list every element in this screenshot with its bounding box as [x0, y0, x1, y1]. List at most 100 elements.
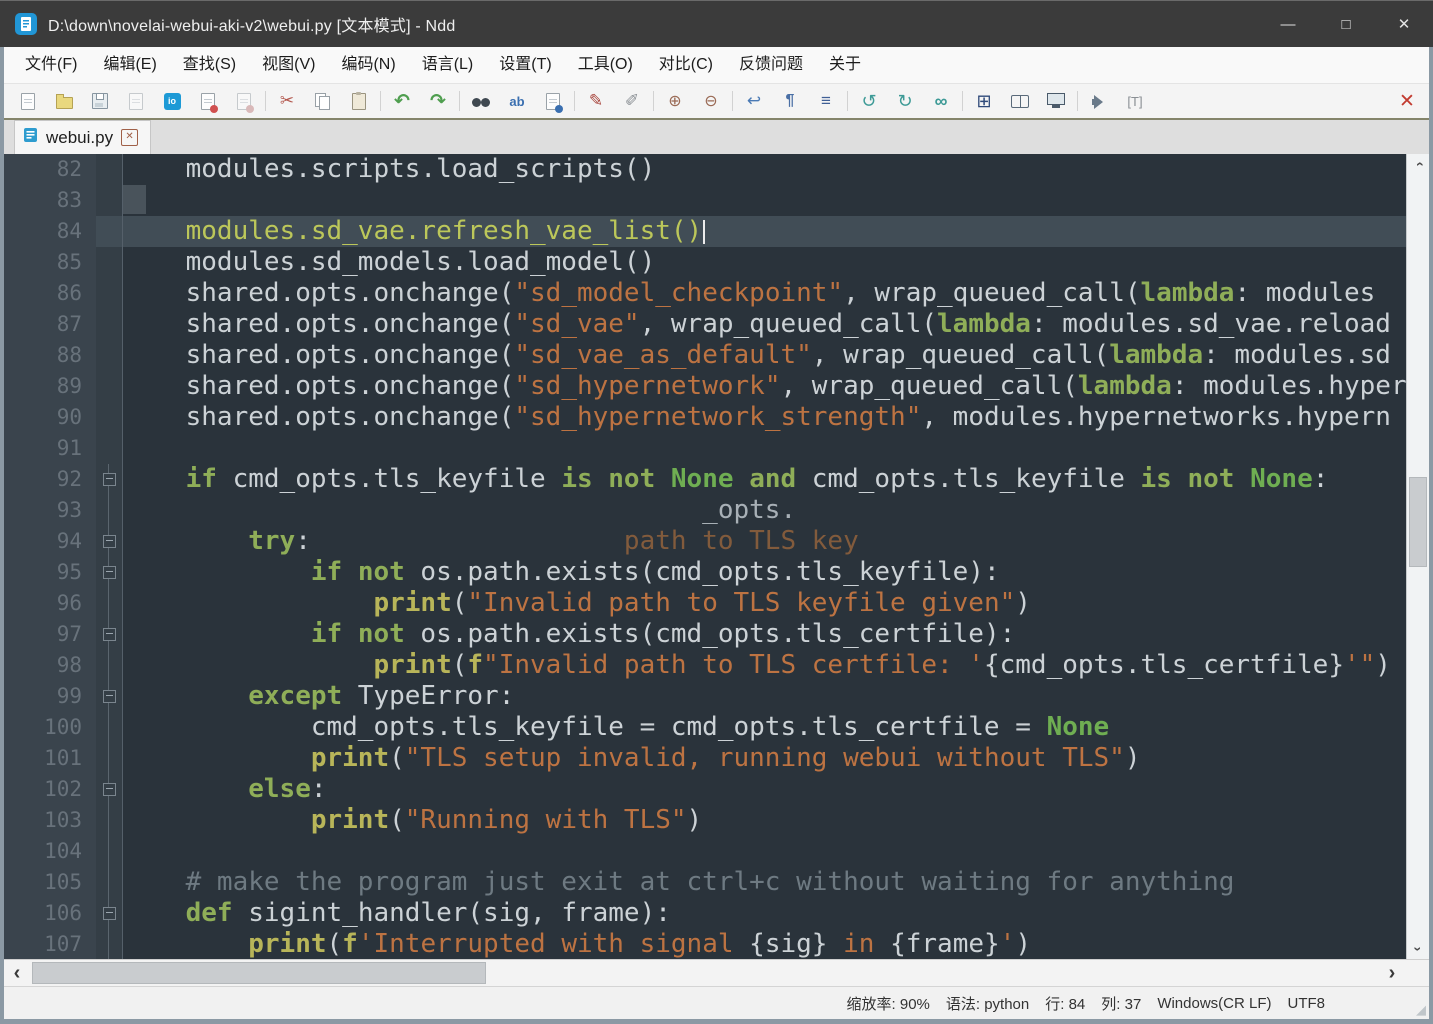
code-line-90[interactable]: 90 shared.opts.onchange("sd_hypernetwork… — [4, 402, 1406, 433]
monitor-view-icon[interactable] — [1038, 87, 1074, 115]
code-line-104[interactable]: 104 — [4, 836, 1406, 867]
close-document-icon[interactable]: ✕ — [1385, 90, 1429, 113]
fold-toggle-icon[interactable] — [96, 526, 123, 557]
zoom-out-icon[interactable]: ⊖ — [693, 87, 729, 115]
line-number: 98 — [4, 650, 96, 681]
fold-gutter — [96, 278, 123, 309]
code-line-91[interactable]: 91 — [4, 433, 1406, 464]
delete-file-icon[interactable] — [190, 87, 226, 115]
menu-item-8[interactable]: 对比(C) — [646, 47, 726, 83]
book-view-icon[interactable] — [1002, 87, 1038, 115]
menu-item-0[interactable]: 文件(F) — [12, 47, 90, 83]
find-icon[interactable] — [463, 87, 499, 115]
fold-toggle-icon[interactable] — [96, 774, 123, 805]
scroll-up-icon[interactable]: › — [1407, 154, 1429, 174]
code-line-82[interactable]: 82 modules.scripts.load_scripts() — [4, 154, 1406, 185]
fold-gutter — [96, 712, 123, 743]
indent-guides-icon[interactable]: ≡ — [808, 87, 844, 115]
tab-webui-py[interactable]: webui.py ✕ — [14, 120, 151, 154]
maximize-button[interactable]: □ — [1317, 1, 1375, 47]
line-number: 93 — [4, 495, 96, 526]
code-line-83[interactable]: 83 — [4, 185, 1406, 216]
close-file-icon[interactable] — [226, 87, 262, 115]
save-all-icon[interactable] — [118, 87, 154, 115]
open-folder-icon[interactable] — [46, 87, 82, 115]
code-line-84[interactable]: 84 modules.sd_vae.refresh_vae_list() — [4, 216, 1406, 247]
code-line-88[interactable]: 88 shared.opts.onchange("sd_vae_as_defau… — [4, 340, 1406, 371]
copy-icon[interactable] — [305, 87, 341, 115]
line-number: 86 — [4, 278, 96, 309]
vertical-scrollbar-thumb[interactable] — [1409, 477, 1427, 567]
minimize-button[interactable]: — — [1259, 1, 1317, 47]
status-item-1: 语法: python — [946, 993, 1029, 1014]
toolbar-separator — [847, 91, 848, 111]
fold-toggle-icon[interactable] — [96, 557, 123, 588]
fold-toggle-icon[interactable] — [96, 681, 123, 712]
code-line-102[interactable]: 102 else: — [4, 774, 1406, 805]
paste-icon[interactable] — [341, 87, 377, 115]
menu-item-5[interactable]: 语言(L) — [409, 47, 487, 83]
menu-item-7[interactable]: 工具(O) — [565, 47, 646, 83]
code-line-95[interactable]: 95 if not os.path.exists(cmd_opts.tls_ke… — [4, 557, 1406, 588]
show-paragraph-icon[interactable]: ¶ — [772, 87, 808, 115]
menu-item-2[interactable]: 查找(S) — [170, 47, 249, 83]
code-editor[interactable]: 82 modules.scripts.load_scripts()8384 mo… — [4, 154, 1429, 959]
fold-toggle-icon[interactable] — [96, 898, 123, 929]
code-line-106[interactable]: 106 def sigint_handler(sig, frame): — [4, 898, 1406, 929]
vertical-scrollbar[interactable]: › › — [1406, 154, 1429, 959]
code-line-98[interactable]: 98 print(f"Invalid path to TLS certfile:… — [4, 650, 1406, 681]
code-line-96[interactable]: 96 print("Invalid path to TLS keyfile gi… — [4, 588, 1406, 619]
history-forward-icon[interactable]: ↻ — [887, 87, 923, 115]
resize-grip[interactable]: ◢ — [1416, 1002, 1426, 1018]
scroll-right-icon[interactable]: › — [1379, 960, 1405, 986]
code-line-92[interactable]: 92 if cmd_opts.tls_keyfile is not None a… — [4, 464, 1406, 495]
menu-item-9[interactable]: 反馈问题 — [726, 47, 816, 83]
find-in-files-icon[interactable] — [535, 87, 571, 115]
new-file-icon[interactable] — [10, 87, 46, 115]
eye-protection-icon[interactable]: ∞ — [923, 87, 959, 115]
code-line-94[interactable]: 94 try: path to TLS key — [4, 526, 1406, 557]
code-line-93[interactable]: 93 _opts. — [4, 495, 1406, 526]
zoom-in-icon[interactable]: ⊕ — [657, 87, 693, 115]
clear-highlight-icon[interactable]: ✐ — [614, 87, 650, 115]
code-line-105[interactable]: 105 # make the program just exit at ctrl… — [4, 867, 1406, 898]
menu-item-10[interactable]: 关于 — [816, 47, 874, 83]
fold-toggle-icon[interactable] — [96, 619, 123, 650]
menu-item-1[interactable]: 编辑(E) — [90, 47, 169, 83]
status-bar: 缩放率: 90%语法: python行: 84列: 37Windows(CR L… — [4, 986, 1429, 1019]
highlight-marker-icon[interactable]: ✎ — [578, 87, 614, 115]
horizontal-scrollbar-thumb[interactable] — [32, 962, 486, 984]
mute-icon[interactable] — [1081, 87, 1117, 115]
code-line-103[interactable]: 103 print("Running with TLS") — [4, 805, 1406, 836]
menu-item-4[interactable]: 编码(N) — [328, 47, 408, 83]
tab-close-icon[interactable]: ✕ — [121, 129, 138, 146]
code-line-86[interactable]: 86 shared.opts.onchange("sd_model_checkp… — [4, 278, 1406, 309]
grid-view-icon[interactable]: ⊞ — [966, 87, 1002, 115]
history-back-icon[interactable]: ↺ — [851, 87, 887, 115]
code-line-99[interactable]: 99 except TypeError: — [4, 681, 1406, 712]
undo-icon[interactable]: ↶ — [384, 87, 420, 115]
replace-icon[interactable]: ab — [499, 87, 535, 115]
horizontal-scrollbar[interactable]: ‹ › — [4, 959, 1429, 986]
code-line-85[interactable]: 85 modules.sd_models.load_model() — [4, 247, 1406, 278]
close-button[interactable]: ✕ — [1375, 1, 1433, 47]
code-line-97[interactable]: 97 if not os.path.exists(cmd_opts.tls_ce… — [4, 619, 1406, 650]
code-text: if cmd_opts.tls_keyfile is not None and … — [123, 464, 1406, 495]
cut-icon[interactable]: ✂ — [269, 87, 305, 115]
text-mode-badge-icon[interactable]: io — [154, 87, 190, 115]
code-line-87[interactable]: 87 shared.opts.onchange("sd_vae", wrap_q… — [4, 309, 1406, 340]
scroll-down-icon[interactable]: › — [1407, 939, 1429, 959]
menu-item-3[interactable]: 视图(V) — [249, 47, 328, 83]
scroll-left-icon[interactable]: ‹ — [4, 960, 30, 986]
redo-icon[interactable]: ↷ — [420, 87, 456, 115]
text-brackets-icon[interactable]: [T] — [1117, 87, 1153, 115]
code-line-107[interactable]: 107 print(f'Interrupted with signal {sig… — [4, 929, 1406, 959]
fold-toggle-icon[interactable] — [96, 464, 123, 495]
code-line-89[interactable]: 89 shared.opts.onchange("sd_hypernetwork… — [4, 371, 1406, 402]
menu-item-6[interactable]: 设置(T) — [486, 47, 564, 83]
code-text: if not os.path.exists(cmd_opts.tls_keyfi… — [123, 557, 1406, 588]
code-line-100[interactable]: 100 cmd_opts.tls_keyfile = cmd_opts.tls_… — [4, 712, 1406, 743]
save-file-icon[interactable] — [82, 87, 118, 115]
word-wrap-icon[interactable]: ↩ — [736, 87, 772, 115]
code-line-101[interactable]: 101 print("TLS setup invalid, running we… — [4, 743, 1406, 774]
